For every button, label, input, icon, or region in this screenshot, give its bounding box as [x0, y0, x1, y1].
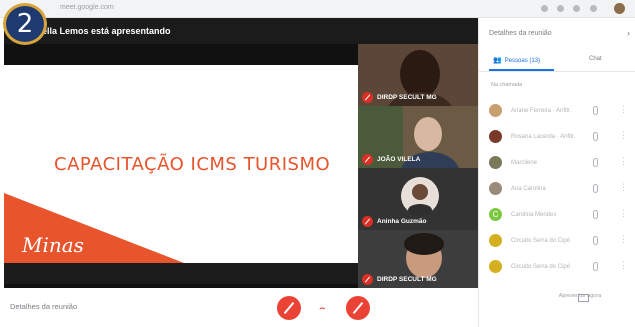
more-icon[interactable]: ⋮ [619, 182, 628, 193]
participant-row[interactable]: Ana Carolina ⋮ [479, 176, 635, 202]
participant-tile[interactable]: Aninha Guzmão [358, 168, 478, 230]
tile-name: JOÃO VILELA [377, 156, 421, 163]
participant-tile[interactable]: DIRDP SECULT MG [358, 44, 478, 106]
address-bar[interactable]: meet.google.com [60, 4, 114, 11]
more-icon[interactable]: ⋮ [619, 156, 628, 167]
participant-tile[interactable]: JOÃO VILELA [358, 106, 478, 168]
participant-name: Carolina Mendes [511, 212, 557, 218]
slide-footer-bar [4, 263, 358, 284]
avatar [489, 104, 502, 117]
participant-name: Rosana Lacerda · Anfitr. [511, 134, 576, 140]
participant-name: Marcilene [511, 160, 538, 166]
participant-name: Circuito Serra do Cipó [511, 264, 571, 270]
panel-title: Detalhes da reunião [489, 30, 552, 37]
browser-toolbar: meet.google.com [0, 0, 635, 18]
mic-icon[interactable] [593, 184, 598, 193]
slide-title: CAPACITAÇÃO ICMS TURISMO [54, 154, 331, 175]
participant-row[interactable]: Marcilene ⋮ [479, 150, 635, 176]
mic-off-button[interactable] [277, 296, 301, 320]
menu-icon[interactable] [590, 5, 597, 12]
extension-icon[interactable] [557, 5, 564, 12]
shared-slide: CAPACITAÇÃO ICMS TURISMO Minas [4, 65, 358, 284]
avatar: C [489, 208, 502, 221]
tile-name: Aninha Guzmão [377, 218, 427, 225]
camera-off-button[interactable] [346, 296, 370, 320]
meeting-stage: ella Lemos está apresentando CAPACITAÇÃO… [4, 18, 478, 288]
meeting-details-toggle[interactable]: Detalhes da reunião [10, 302, 77, 311]
more-icon[interactable]: ⋮ [619, 208, 628, 219]
star-icon[interactable] [541, 5, 548, 12]
more-icon[interactable]: ⋮ [619, 260, 628, 271]
mic-icon[interactable] [593, 106, 598, 115]
tile-name: DIRDP SECULT MG [377, 276, 437, 283]
presenting-banner: ella Lemos está apresentando [4, 18, 478, 44]
close-icon[interactable]: › [627, 28, 630, 38]
mic-icon[interactable] [593, 236, 598, 245]
app-window: meet.google.com ella Lemos está apresent… [0, 0, 635, 327]
participant-row[interactable]: C Carolina Mendes ⋮ [479, 202, 635, 228]
avatar [489, 156, 502, 169]
more-icon[interactable]: ⋮ [619, 130, 628, 141]
puzzle-icon[interactable] [573, 5, 580, 12]
mic-off-icon [362, 154, 373, 165]
mic-off-icon [362, 92, 373, 103]
avatar [489, 234, 502, 247]
mic-icon[interactable] [593, 262, 598, 271]
participant-row[interactable]: Rosana Lacerda · Anfitr. ⋮ [479, 124, 635, 150]
tab-chat[interactable]: Chat [589, 56, 602, 62]
presenting-text: ella Lemos está apresentando [42, 26, 171, 36]
participants-caption: Na chamada [491, 82, 523, 88]
mic-icon[interactable] [593, 158, 598, 167]
participant-row[interactable]: Circuito Serra do Cipó ⋮ [479, 254, 635, 280]
profile-avatar[interactable] [614, 3, 625, 14]
mic-icon[interactable] [593, 132, 598, 141]
participant-tile[interactable]: DIRDP SECULT MG [358, 230, 478, 288]
divider [479, 71, 635, 72]
hang-up-button[interactable]: ⌢ [319, 303, 326, 314]
meeting-details-panel: Detalhes da reunião › Pessoas (13) Chat … [478, 18, 635, 327]
minas-logo: Minas [22, 233, 84, 257]
participant-name: Circuito Serra do Cipó [511, 238, 571, 244]
avatar [489, 182, 502, 195]
participant-row[interactable]: Ariane Ferreira · Anfitr. ⋮ [479, 98, 635, 124]
present-now-button[interactable]: Apresentar agora [545, 292, 615, 300]
avatar [489, 260, 502, 273]
participant-row[interactable]: Circuito Serra do Cipó ⋮ [479, 228, 635, 254]
mic-off-icon [362, 216, 373, 227]
avatar [489, 130, 502, 143]
more-icon[interactable]: ⋮ [619, 234, 628, 245]
meeting-control-bar: Detalhes da reunião ⌢ [0, 288, 478, 327]
participant-name: Ariane Ferreira · Anfitr. [511, 108, 572, 114]
tab-people[interactable]: Pessoas (13) [493, 56, 540, 64]
mic-off-icon [362, 274, 373, 285]
step-number-badge: 2 [3, 3, 47, 45]
participant-name: Ana Carolina [511, 186, 546, 192]
tile-name: DIRDP SECULT MG [377, 94, 437, 101]
more-icon[interactable]: ⋮ [619, 104, 628, 115]
mic-icon[interactable] [593, 210, 598, 219]
